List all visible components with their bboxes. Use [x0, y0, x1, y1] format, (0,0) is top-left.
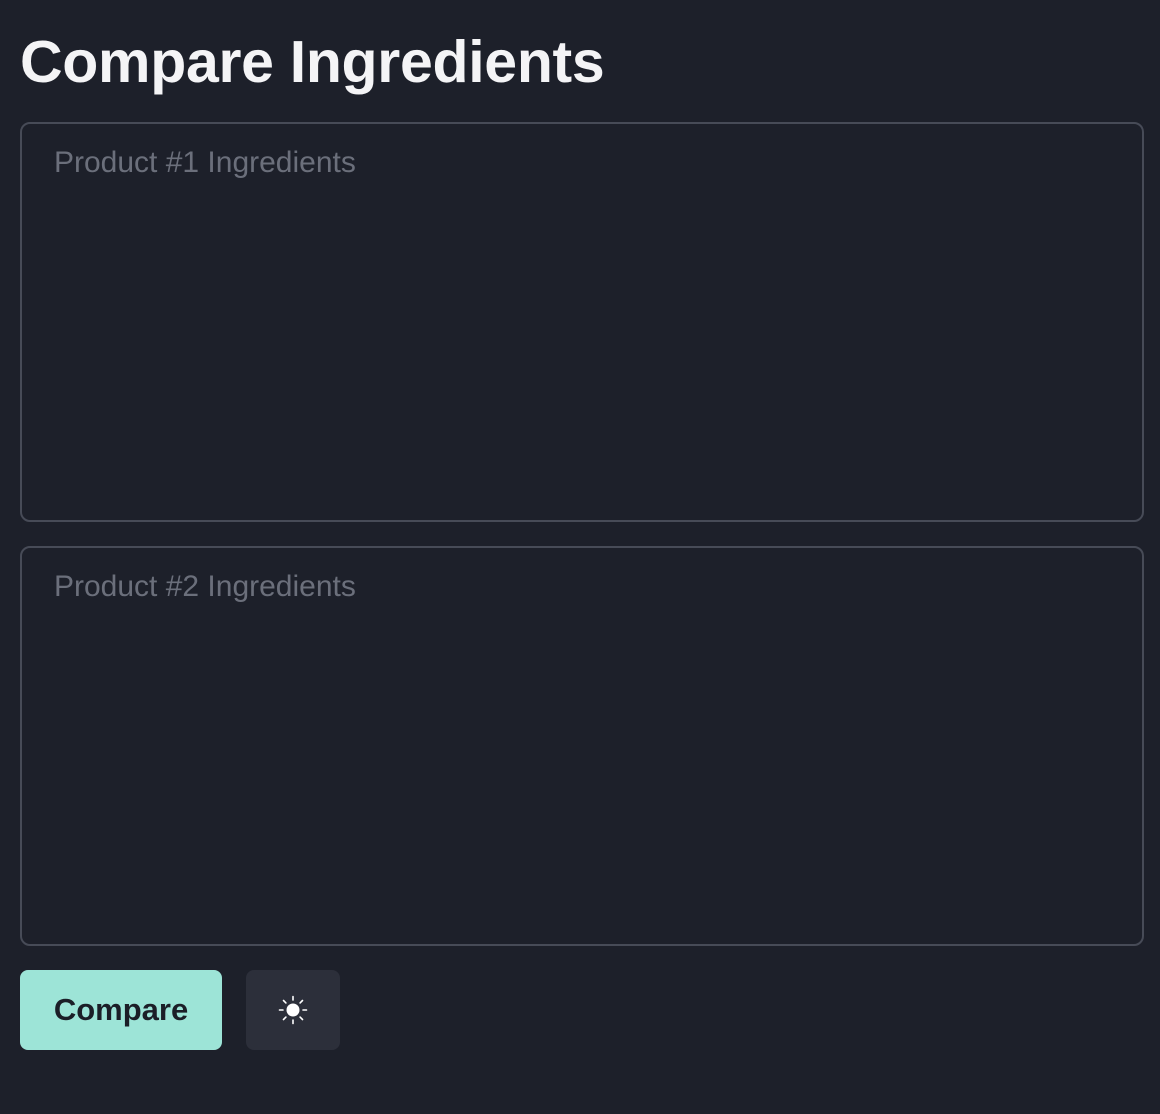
compare-button[interactable]: Compare [20, 970, 222, 1050]
product-1-ingredients-input[interactable] [20, 122, 1144, 522]
product-2-ingredients-input[interactable] [20, 546, 1144, 946]
sun-icon [278, 995, 308, 1025]
theme-toggle-button[interactable] [246, 970, 340, 1050]
page-title: Compare Ingredients [20, 29, 605, 95]
